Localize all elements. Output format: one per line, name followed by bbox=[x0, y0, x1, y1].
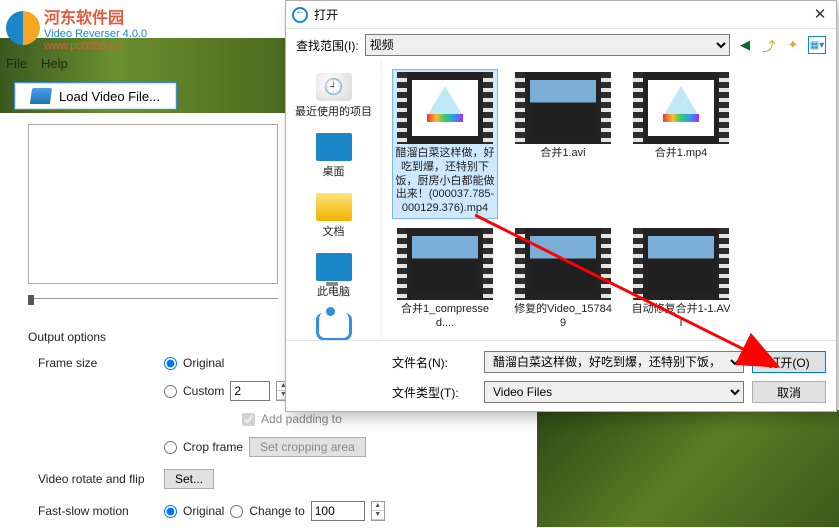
place-desktop[interactable]: 桌面 bbox=[290, 127, 378, 185]
timeline-ruler[interactable] bbox=[28, 298, 278, 308]
frame-size-original-radio[interactable] bbox=[164, 357, 177, 370]
logo-brand: 河东软件园 bbox=[44, 4, 147, 28]
filetype-combobox[interactable]: Video Files bbox=[484, 381, 744, 403]
file-thumbnail bbox=[515, 228, 611, 300]
speed-change-label: Change to bbox=[249, 504, 304, 518]
place-documents[interactable]: 文档 bbox=[290, 187, 378, 245]
file-item[interactable]: 合并1_compressed.... bbox=[392, 225, 498, 334]
place-desktop-label: 桌面 bbox=[323, 163, 345, 179]
file-item[interactable]: 合并1.mp4 bbox=[628, 69, 734, 219]
speed-value-input[interactable] bbox=[311, 501, 365, 521]
app-subtitle: Video Reverser 4.0.0 bbox=[44, 28, 147, 40]
load-video-button[interactable]: Load Video File... bbox=[14, 82, 177, 110]
view-mode-icon[interactable]: ▦▾ bbox=[808, 36, 826, 54]
dialog-cancel-button[interactable]: 取消 bbox=[752, 381, 826, 403]
load-video-label: Load Video File... bbox=[59, 89, 160, 104]
menu-file[interactable]: File bbox=[6, 56, 27, 71]
speed-original-radio[interactable] bbox=[164, 505, 177, 518]
file-name-label: 合并1_compressed.... bbox=[395, 303, 495, 331]
dialog-open-button[interactable]: 打开(O) bbox=[752, 351, 826, 373]
lookin-row: 查找范围(I): 视频 ◀ ⤴ ✦ ▦▾ bbox=[286, 29, 836, 61]
frame-size-custom-label: Custom bbox=[183, 384, 224, 398]
folder-video-icon bbox=[30, 88, 52, 104]
places-bar: 最近使用的项目 桌面 文档 此电脑 WPS网盘 bbox=[286, 61, 382, 340]
frame-size-label: Frame size bbox=[38, 356, 158, 370]
decor-bg-right bbox=[537, 410, 839, 527]
documents-icon bbox=[316, 193, 352, 221]
place-wps[interactable]: WPS网盘 bbox=[290, 307, 378, 340]
place-recent[interactable]: 最近使用的项目 bbox=[290, 67, 378, 125]
dialog-app-icon bbox=[292, 7, 308, 23]
file-thumbnail bbox=[515, 72, 611, 144]
file-open-dialog: 打开 ✕ 查找范围(I): 视频 ◀ ⤴ ✦ ▦▾ 最近使用的项目 桌面 bbox=[285, 0, 837, 412]
file-name-label: 合并1.avi bbox=[540, 147, 585, 161]
dialog-bottom: 文件名(N): 醋溜白菜这样做，好吃到爆，还特别下饭， 打开(O) 文件类型(T… bbox=[286, 340, 836, 411]
file-thumbnail bbox=[397, 72, 493, 144]
file-name-label: 合并1.mp4 bbox=[655, 147, 708, 161]
add-padding-checkbox bbox=[242, 413, 255, 426]
file-name-label: 醋溜白菜这样做，好吃到爆，还特别下饭，厨房小白都能做出来！(000037.785… bbox=[395, 147, 495, 216]
crop-frame-radio[interactable] bbox=[164, 441, 177, 454]
watermark-logo: 河东软件园 Video Reverser 4.0.0 www.pc0359.cn bbox=[6, 4, 147, 52]
logo-url: www.pc0359.cn bbox=[44, 40, 147, 52]
menu-bar: File Help bbox=[6, 56, 68, 71]
file-thumbnail bbox=[633, 72, 729, 144]
dialog-close-button[interactable]: ✕ bbox=[810, 5, 830, 23]
file-name-label: 修复的Video_157849 bbox=[513, 303, 613, 331]
frame-size-custom-radio[interactable] bbox=[164, 385, 177, 398]
lookin-label: 查找范围(I): bbox=[296, 37, 359, 54]
this-pc-icon bbox=[316, 253, 352, 281]
filetype-label: 文件类型(T): bbox=[392, 384, 476, 401]
file-list-area[interactable]: 醋溜白菜这样做，好吃到爆，还特别下饭，厨房小白都能做出来！(000037.785… bbox=[382, 61, 836, 340]
dialog-title-text: 打开 bbox=[314, 6, 338, 23]
file-item[interactable]: 修复的Video_157849 bbox=[510, 225, 616, 334]
speed-change-radio[interactable] bbox=[230, 505, 243, 518]
file-name-label: 自动修复合并1-1.AVI bbox=[631, 303, 731, 331]
file-item[interactable]: 醋溜白菜这样做，好吃到爆，还特别下饭，厨房小白都能做出来！(000037.785… bbox=[392, 69, 498, 219]
place-recent-label: 最近使用的项目 bbox=[295, 103, 372, 119]
nav-up-icon[interactable]: ⤴ bbox=[760, 36, 778, 54]
file-item[interactable]: 合并1.avi bbox=[510, 69, 616, 219]
app-window: 河东软件园 Video Reverser 4.0.0 www.pc0359.cn… bbox=[0, 0, 839, 527]
filename-label: 文件名(N): bbox=[392, 354, 476, 371]
place-this-pc[interactable]: 此电脑 bbox=[290, 247, 378, 305]
add-padding-label: Add padding to bbox=[261, 412, 342, 426]
rotate-flip-label: Video rotate and flip bbox=[38, 472, 158, 486]
lookin-combobox[interactable]: 视频 bbox=[365, 34, 730, 56]
fast-slow-label: Fast-slow motion bbox=[38, 504, 158, 518]
wps-cloud-icon bbox=[316, 313, 352, 340]
speed-original-label: Original bbox=[183, 504, 224, 518]
place-documents-label: 文档 bbox=[323, 223, 345, 239]
nav-back-icon[interactable]: ◀ bbox=[736, 36, 754, 54]
filename-combobox[interactable]: 醋溜白菜这样做，好吃到爆，还特别下饭， bbox=[484, 351, 744, 373]
speed-stepper[interactable]: ▲▼ bbox=[371, 501, 385, 521]
file-thumbnail bbox=[397, 228, 493, 300]
file-item[interactable]: 自动修复合并1-1.AVI bbox=[628, 225, 734, 334]
logo-icon bbox=[6, 11, 40, 45]
frame-size-original-label: Original bbox=[183, 356, 224, 370]
crop-frame-label: Crop frame bbox=[183, 440, 243, 454]
set-cropping-button[interactable]: Set cropping area bbox=[249, 437, 366, 457]
frame-width-input[interactable] bbox=[230, 381, 270, 401]
recent-icon bbox=[316, 73, 352, 101]
dialog-titlebar: 打开 ✕ bbox=[286, 1, 836, 29]
rotate-set-button[interactable]: Set... bbox=[164, 469, 214, 489]
new-folder-icon[interactable]: ✦ bbox=[784, 36, 802, 54]
file-thumbnail bbox=[633, 228, 729, 300]
video-preview bbox=[28, 124, 278, 284]
desktop-icon bbox=[316, 133, 352, 161]
menu-help[interactable]: Help bbox=[41, 56, 68, 71]
